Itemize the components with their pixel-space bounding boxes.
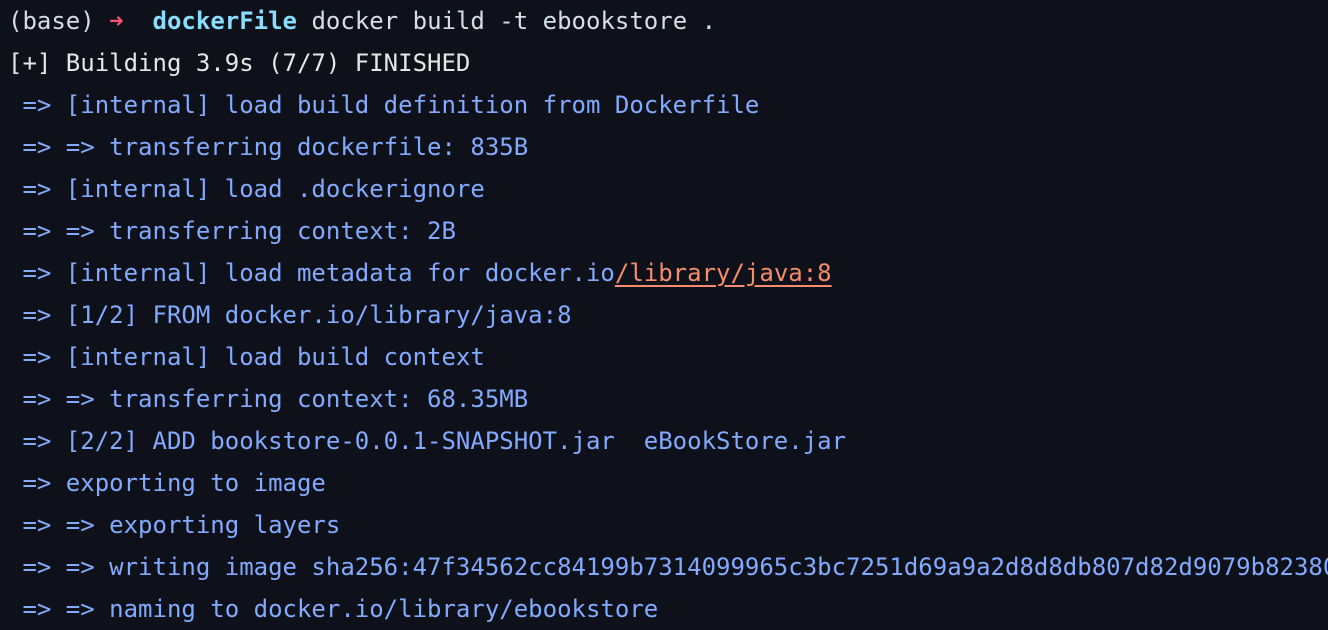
- build-step: => [internal] load build context: [8, 343, 485, 371]
- build-step: => exporting to image: [8, 469, 326, 497]
- terminal-window[interactable]: (base) ➜ dockerFile docker build -t eboo…: [0, 0, 1328, 630]
- build-step-with-link: => [internal] load metadata for docker.i…: [0, 252, 1328, 294]
- build-step: => [2/2] ADD bookstore-0.0.1-SNAPSHOT.ja…: [8, 427, 847, 455]
- prompt-line: (base) ➜ dockerFile docker build -t eboo…: [0, 0, 1328, 42]
- build-step: => => transferring context: 68.35MB: [8, 385, 529, 413]
- build-step: => => writing image sha256:47f34562cc841…: [8, 553, 1328, 581]
- build-step: => [internal] load build definition from…: [8, 91, 760, 119]
- build-step: => [internal] load .dockerignore: [8, 175, 485, 203]
- build-step: => [1/2] FROM docker.io/library/java:8: [8, 301, 572, 329]
- prompt-arrow-icon: ➜: [109, 7, 124, 35]
- command-text[interactable]: docker build -t ebookstore .: [311, 7, 716, 35]
- metadata-link[interactable]: /library/java:8: [615, 259, 832, 287]
- build-step: => => transferring dockerfile: 835B: [8, 133, 529, 161]
- build-step: => => exporting layers: [8, 511, 341, 539]
- build-step-text: => [internal] load metadata for docker.i…: [8, 259, 615, 287]
- conda-env-label: (base): [8, 7, 95, 35]
- build-step: => => transferring context: 2B: [8, 217, 456, 245]
- build-status: [+] Building 3.9s (7/7) FINISHED: [8, 49, 471, 77]
- build-step: => => naming to docker.io/library/ebooks…: [8, 595, 659, 623]
- current-directory: dockerFile: [152, 7, 298, 35]
